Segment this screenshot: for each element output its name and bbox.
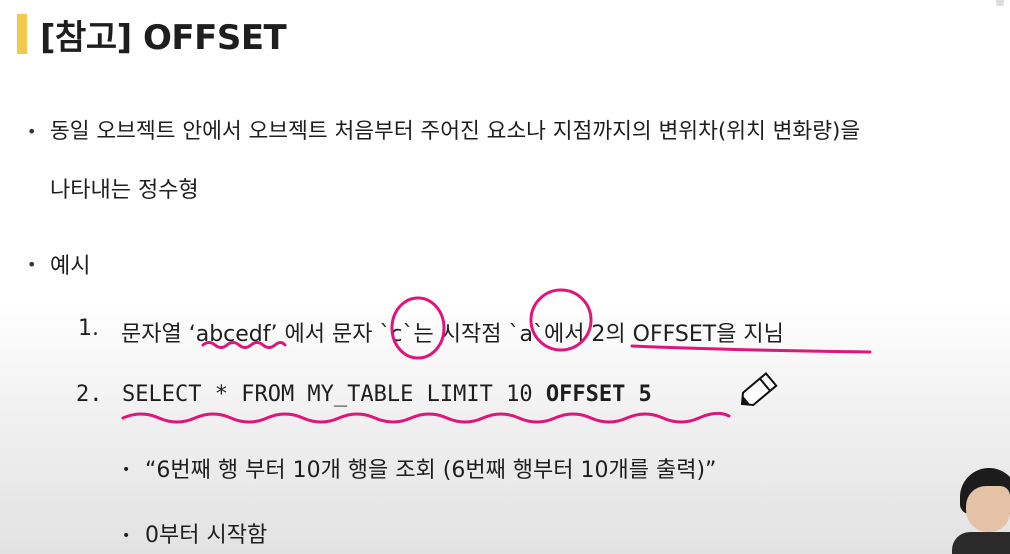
presenter-shirt (952, 532, 1010, 554)
presenter-webcam (952, 462, 1010, 554)
sub-bullet-dot: • (122, 462, 131, 478)
wavy-underline-code (121, 411, 731, 424)
slide-title: [참고] OFFSET (40, 18, 287, 58)
item-number-2: 2. (76, 382, 103, 407)
item-number-1: 1. (78, 316, 99, 341)
sub-item-2: 0부터 시작함 (145, 523, 268, 548)
sub-item-1: “6번째 행 부터 10개 행을 조회 (6번째 행부터 10개를 출력)” (145, 458, 717, 483)
bullet-dot: • (27, 122, 37, 141)
item-text-1: 문자열 ‘abcedf’ 에서 문자 `c`는 시작점 `a`에서 2의 OFF… (121, 322, 784, 347)
code-normal: SELECT * FROM MY_TABLE LIMIT 10 (122, 382, 546, 407)
pencil-cursor-icon (740, 372, 778, 407)
bullet-definition-line1: 동일 오브젝트 안에서 오브젝트 처음부터 주어진 요소나 지점까지의 변위차(… (50, 119, 861, 144)
bullet-example: 예시 (50, 254, 91, 279)
sub-bullet-dot: • (122, 528, 131, 544)
presenter-face (966, 486, 1010, 532)
bullet-dot: • (27, 255, 37, 274)
item-code-2: SELECT * FROM MY_TABLE LIMIT 10 OFFSET 5 (122, 382, 652, 407)
code-bold: OFFSET 5 (545, 382, 652, 407)
title-accent-bar (17, 14, 27, 54)
corner-mark (996, 0, 1004, 6)
bullet-definition-line2: 나타내는 정수형 (50, 178, 199, 203)
